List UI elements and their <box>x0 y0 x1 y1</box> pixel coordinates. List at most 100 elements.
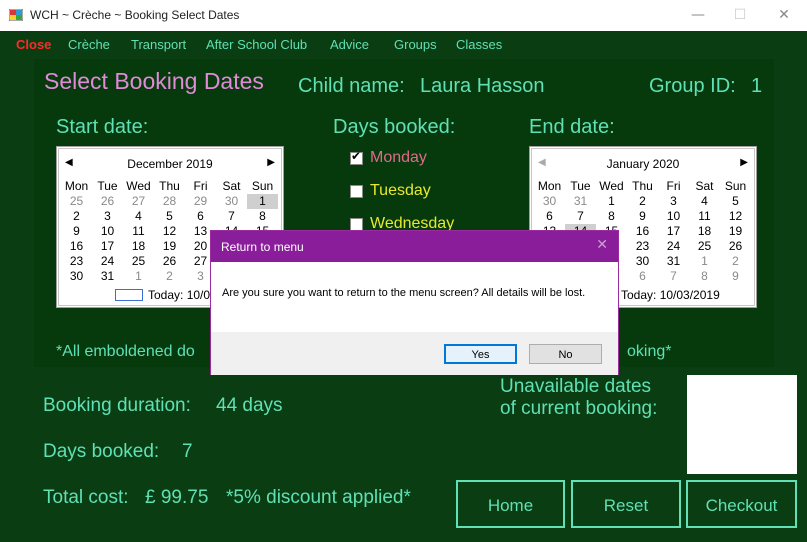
today-marker <box>115 289 143 301</box>
no-button[interactable]: No <box>529 344 602 364</box>
calendar-day[interactable]: 11 <box>123 224 154 239</box>
calendar-day[interactable]: 31 <box>92 269 123 284</box>
calendar-day[interactable]: 24 <box>658 239 689 254</box>
calendar-day[interactable]: 18 <box>689 224 720 239</box>
next-month-icon[interactable]: ▶ <box>267 157 275 168</box>
weekday-header: Mon <box>537 179 562 193</box>
menu-creche[interactable]: Crèche <box>68 37 110 52</box>
weekday-header: Tue <box>97 179 118 193</box>
calendar-day[interactable]: 4 <box>689 194 720 209</box>
weekday-header: Fri <box>666 179 681 193</box>
calendar-day[interactable]: 30 <box>627 254 658 269</box>
calendar-day[interactable]: 23 <box>627 239 658 254</box>
calendar-day[interactable]: 25 <box>61 194 92 209</box>
calendar-day[interactable]: 6 <box>185 209 216 224</box>
calendar-day[interactable]: 5 <box>154 209 185 224</box>
calendar-day[interactable]: 12 <box>720 209 751 224</box>
calendar-day[interactable]: 30 <box>534 194 565 209</box>
today-label[interactable]: Today: 10/03/2019 <box>621 288 720 302</box>
menu-groups[interactable]: Groups <box>394 37 437 52</box>
calendar-day[interactable]: 9 <box>627 209 658 224</box>
calendar-day[interactable]: 10 <box>658 209 689 224</box>
calendar-day[interactable]: 9 <box>61 224 92 239</box>
maximize-button[interactable]: ☐ <box>728 3 752 27</box>
calendar-day[interactable]: 19 <box>720 224 751 239</box>
calendar-day[interactable]: 3 <box>658 194 689 209</box>
calendar-day[interactable]: 1 <box>596 194 627 209</box>
today-label[interactable]: Today: 10/0 <box>148 288 210 302</box>
calendar-day[interactable]: 2 <box>154 269 185 284</box>
calendar-day[interactable]: 31 <box>658 254 689 269</box>
day-label: Tuesday <box>370 182 431 199</box>
menu-classes[interactable]: Classes <box>456 37 502 52</box>
calendar-day[interactable]: 26 <box>154 254 185 269</box>
window-close-button[interactable]: ✕ <box>772 3 796 27</box>
calendar-day[interactable]: 17 <box>658 224 689 239</box>
calendar-day[interactable]: 1 <box>247 194 278 209</box>
calendar-day[interactable]: 7 <box>216 209 247 224</box>
checkbox[interactable] <box>350 185 363 198</box>
calendar-day[interactable]: 2 <box>61 209 92 224</box>
menu-advice[interactable]: Advice <box>330 37 369 52</box>
unavailable-dates-label: Unavailable dates <box>500 376 652 397</box>
calendar-day[interactable]: 24 <box>92 254 123 269</box>
calendar-day[interactable]: 26 <box>92 194 123 209</box>
days-booked-label: Days booked: <box>333 116 456 138</box>
menu-after-school-club[interactable]: After School Club <box>206 37 307 52</box>
title-bar: WCH ~ Crèche ~ Booking Select Dates — ☐ … <box>0 0 807 31</box>
total-cost-value: £ 99.75 <box>145 487 209 508</box>
calendar-day[interactable]: 25 <box>123 254 154 269</box>
checkbox[interactable]: ✔ <box>350 149 363 165</box>
home-button[interactable]: Home <box>456 480 565 528</box>
calendar-day[interactable]: 6 <box>534 209 565 224</box>
calendar-day[interactable]: 18 <box>123 239 154 254</box>
calendar-day[interactable]: 29 <box>185 194 216 209</box>
calendar-day[interactable]: 12 <box>154 224 185 239</box>
calendar-day[interactable]: 9 <box>720 269 751 284</box>
calendar-day[interactable]: 17 <box>92 239 123 254</box>
next-month-icon[interactable]: ▶ <box>740 157 748 168</box>
calendar-day[interactable]: 11 <box>689 209 720 224</box>
days-booked-summary-value: 7 <box>182 441 193 462</box>
close-icon[interactable]: ✕ <box>596 237 608 253</box>
calendar-day[interactable]: 30 <box>61 269 92 284</box>
calendar-day[interactable]: 4 <box>123 209 154 224</box>
calendar-day[interactable]: 16 <box>61 239 92 254</box>
menu-close[interactable]: Close <box>16 37 51 52</box>
unavailable-dates-label-2: of current booking: <box>500 398 658 419</box>
calendar-day[interactable]: 31 <box>565 194 596 209</box>
calendar-day[interactable]: 6 <box>627 269 658 284</box>
dialog-message: Are you sure you want to return to the m… <box>222 287 586 299</box>
minimize-button[interactable]: — <box>686 3 710 27</box>
weekday-header: Sat <box>222 179 241 193</box>
calendar-day[interactable]: 30 <box>216 194 247 209</box>
calendar-day[interactable]: 3 <box>92 209 123 224</box>
menu-transport[interactable]: Transport <box>131 37 186 52</box>
weekday-header: Thu <box>159 179 180 193</box>
calendar-day[interactable]: 2 <box>627 194 658 209</box>
calendar-day[interactable]: 7 <box>565 209 596 224</box>
calendar-day[interactable]: 28 <box>154 194 185 209</box>
calendar-day[interactable]: 10 <box>92 224 123 239</box>
calendar-day[interactable]: 23 <box>61 254 92 269</box>
calendar-day[interactable]: 25 <box>689 239 720 254</box>
calendar-day[interactable]: 1 <box>689 254 720 269</box>
calendar-day[interactable]: 2 <box>720 254 751 269</box>
footnote-left: *All emboldened do <box>56 343 195 360</box>
unavailable-dates-list[interactable] <box>687 375 797 474</box>
reset-button[interactable]: Reset <box>571 480 681 528</box>
calendar-day[interactable]: 19 <box>154 239 185 254</box>
calendar-day[interactable]: 27 <box>123 194 154 209</box>
calendar-day[interactable]: 7 <box>658 269 689 284</box>
checkout-button[interactable]: Checkout <box>686 480 797 528</box>
calendar-day[interactable]: 8 <box>689 269 720 284</box>
calendar-day[interactable]: 1 <box>123 269 154 284</box>
calendar-day[interactable]: 26 <box>720 239 751 254</box>
calendar-day[interactable]: 8 <box>247 209 278 224</box>
calendar-day[interactable]: 8 <box>596 209 627 224</box>
yes-button[interactable]: Yes <box>444 344 517 364</box>
child-name-value: Laura Hasson <box>420 75 545 97</box>
calendar-day[interactable]: 16 <box>627 224 658 239</box>
group-id-label: Group ID: <box>649 75 736 97</box>
calendar-day[interactable]: 5 <box>720 194 751 209</box>
